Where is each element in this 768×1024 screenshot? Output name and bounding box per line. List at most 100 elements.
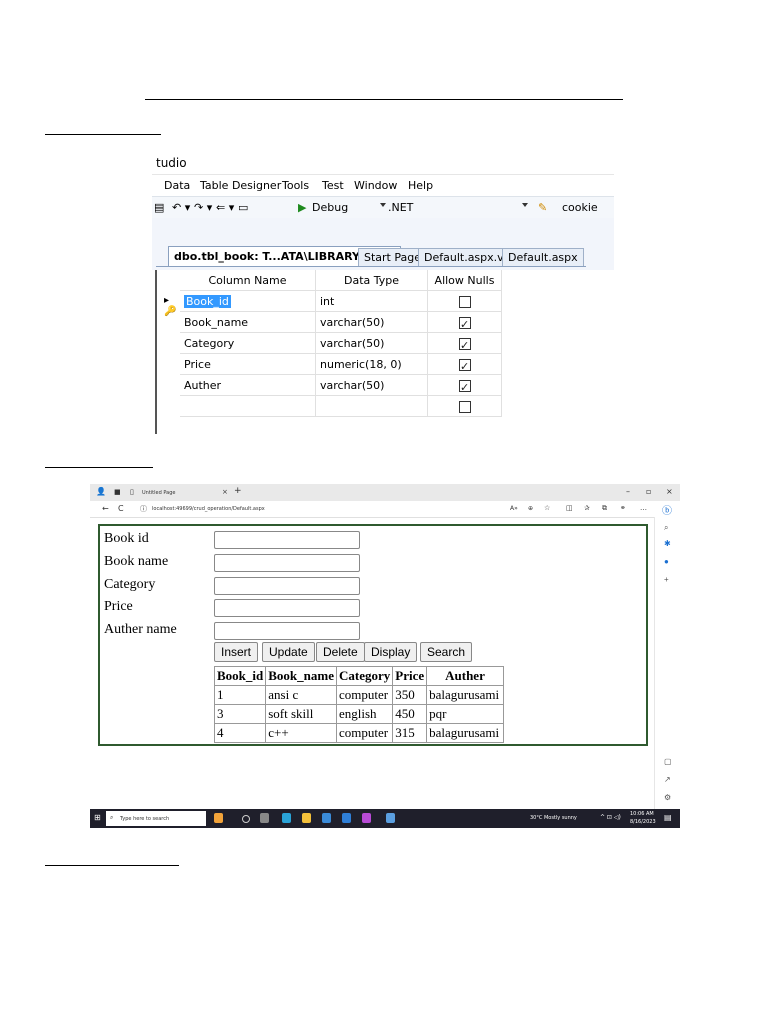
allow-nulls-cell[interactable]: [428, 375, 502, 398]
allow-nulls-cell[interactable]: [428, 291, 502, 312]
data-type-cell[interactable]: varchar(50): [316, 333, 428, 354]
allow-nulls-checkbox[interactable]: [459, 296, 471, 308]
data-type-cell[interactable]: numeric(18, 0): [316, 354, 428, 375]
profile-icon[interactable]: 👤: [96, 487, 106, 496]
allow-nulls-checkbox[interactable]: [459, 335, 471, 356]
config-dropdown[interactable]: Debug: [312, 201, 348, 214]
allow-nulls-cell[interactable]: [428, 396, 502, 417]
column-name-cell[interactable]: Category: [180, 333, 316, 354]
book-id-input[interactable]: [214, 531, 360, 549]
mail-icon[interactable]: [342, 813, 351, 823]
table-row[interactable]: Book_id: [180, 291, 316, 312]
bing-icon[interactable]: ⓑ: [662, 502, 672, 517]
navigate-icon[interactable]: ⇐ ▾: [216, 201, 234, 214]
insert-button[interactable]: Insert: [214, 642, 259, 662]
favorites-icon[interactable]: ✰: [584, 504, 590, 512]
category-input[interactable]: [214, 577, 360, 595]
platform-dropdown[interactable]: .NET: [388, 201, 413, 214]
search-button[interactable]: Search: [420, 642, 473, 662]
column-name-cell[interactable]: Price: [180, 354, 316, 375]
price-input[interactable]: [214, 599, 360, 617]
clock-date[interactable]: 8/16/2023: [630, 819, 656, 825]
tab-default-aspx[interactable]: Default.aspx: [502, 248, 584, 267]
find-in-files-icon[interactable]: ✎: [538, 201, 547, 214]
allow-nulls-checkbox[interactable]: [459, 356, 471, 377]
allow-nulls-cell[interactable]: [428, 333, 502, 356]
column-name-cell[interactable]: Book_id: [184, 295, 231, 308]
task-view-icon[interactable]: [260, 813, 269, 823]
new-tab-icon[interactable]: +: [234, 486, 242, 496]
close-tab-icon[interactable]: ×: [222, 488, 228, 496]
allow-nulls-cell[interactable]: [428, 312, 502, 335]
data-type-cell[interactable]: varchar(50): [316, 375, 428, 396]
allow-nulls-checkbox[interactable]: [459, 377, 471, 398]
data-type-cell[interactable]: int: [316, 291, 428, 312]
search-value[interactable]: cookie: [562, 201, 598, 214]
auther-name-input[interactable]: [214, 622, 360, 640]
clock-time[interactable]: 10:06 AM: [630, 811, 654, 817]
cortana-icon[interactable]: [242, 815, 250, 823]
save-icon[interactable]: ▤: [154, 201, 164, 214]
menu-window[interactable]: Window: [354, 179, 397, 192]
find-icon[interactable]: ▭: [238, 201, 248, 214]
favorite-icon[interactable]: ☆: [544, 504, 550, 512]
url-field[interactable]: localhost:49699/crud_operation/Default.a…: [152, 506, 265, 512]
tray-icons[interactable]: ^ ⊡ ◁): [600, 814, 621, 821]
menu-table-designer[interactable]: Table Designer: [200, 179, 281, 192]
tab-actions-icon[interactable]: ■: [114, 488, 121, 496]
delete-button[interactable]: Delete: [316, 642, 365, 662]
display-button[interactable]: Display: [364, 642, 418, 662]
allow-nulls-checkbox[interactable]: [459, 401, 471, 413]
store-icon[interactable]: [322, 813, 331, 823]
close-window-icon[interactable]: ×: [666, 487, 673, 496]
chevron-down-icon[interactable]: [380, 203, 386, 207]
tab-start-page[interactable]: Start Page: [358, 248, 427, 267]
column-name-cell[interactable]: Auther: [180, 375, 316, 396]
column-name-cell[interactable]: Book_name: [180, 312, 316, 333]
data-type-cell[interactable]: [316, 396, 428, 417]
read-aloud-icon[interactable]: A»: [510, 505, 518, 512]
minimize-icon[interactable]: –: [626, 487, 630, 496]
more-icon[interactable]: …: [640, 504, 647, 512]
extensions-icon[interactable]: ⚭: [620, 504, 626, 512]
column-name-cell[interactable]: [180, 396, 316, 417]
app-icon[interactable]: [386, 813, 395, 823]
menu-data[interactable]: Data: [164, 179, 190, 192]
tools-icon[interactable]: ✱: [664, 539, 671, 548]
taskbar-search[interactable]: ⌕ Type here to search: [106, 811, 206, 826]
edge-icon[interactable]: [282, 813, 291, 823]
update-button[interactable]: Update: [262, 642, 315, 662]
undo-icon[interactable]: ↶ ▾: [172, 201, 190, 214]
games-icon[interactable]: ●: [664, 557, 669, 566]
windows-start-icon[interactable]: ⊞: [94, 813, 101, 822]
widget-icon[interactable]: [214, 813, 223, 823]
back-icon[interactable]: ←: [102, 504, 109, 513]
maximize-icon[interactable]: ▫: [646, 487, 651, 496]
menu-tools[interactable]: Tools: [282, 179, 309, 192]
refresh-icon[interactable]: C: [118, 504, 124, 513]
browser-tab-title[interactable]: Untitled Page: [142, 490, 175, 496]
data-type-cell[interactable]: varchar(50): [316, 312, 428, 333]
vs-icon[interactable]: [362, 813, 371, 823]
explorer-icon[interactable]: [302, 813, 311, 823]
weather-status[interactable]: 30°C Mostly sunny: [530, 815, 577, 821]
menu-test[interactable]: Test: [322, 179, 344, 192]
header-column-name: Column Name: [180, 270, 316, 291]
zoom-icon[interactable]: ⊕: [528, 505, 533, 512]
chevron-down-icon[interactable]: [522, 203, 528, 207]
collections-icon[interactable]: ⧉: [602, 504, 607, 513]
book-name-input[interactable]: [214, 554, 360, 572]
settings-icon[interactable]: ⚙: [664, 793, 671, 802]
allow-nulls-cell[interactable]: [428, 354, 502, 377]
table-cell: 1: [213, 685, 267, 705]
redo-icon[interactable]: ↷ ▾: [194, 201, 212, 214]
start-debug-icon[interactable]: ▶: [298, 201, 306, 214]
notification-icon[interactable]: ▤: [664, 813, 672, 822]
split-icon[interactable]: ◫: [566, 504, 573, 512]
external-icon[interactable]: ↗: [664, 775, 671, 784]
allow-nulls-checkbox[interactable]: [459, 314, 471, 335]
search-icon[interactable]: ⌕: [664, 523, 668, 533]
add-icon[interactable]: +: [664, 575, 669, 584]
menu-help[interactable]: Help: [408, 179, 433, 192]
sidebar-layout-icon[interactable]: ▢: [664, 757, 672, 766]
